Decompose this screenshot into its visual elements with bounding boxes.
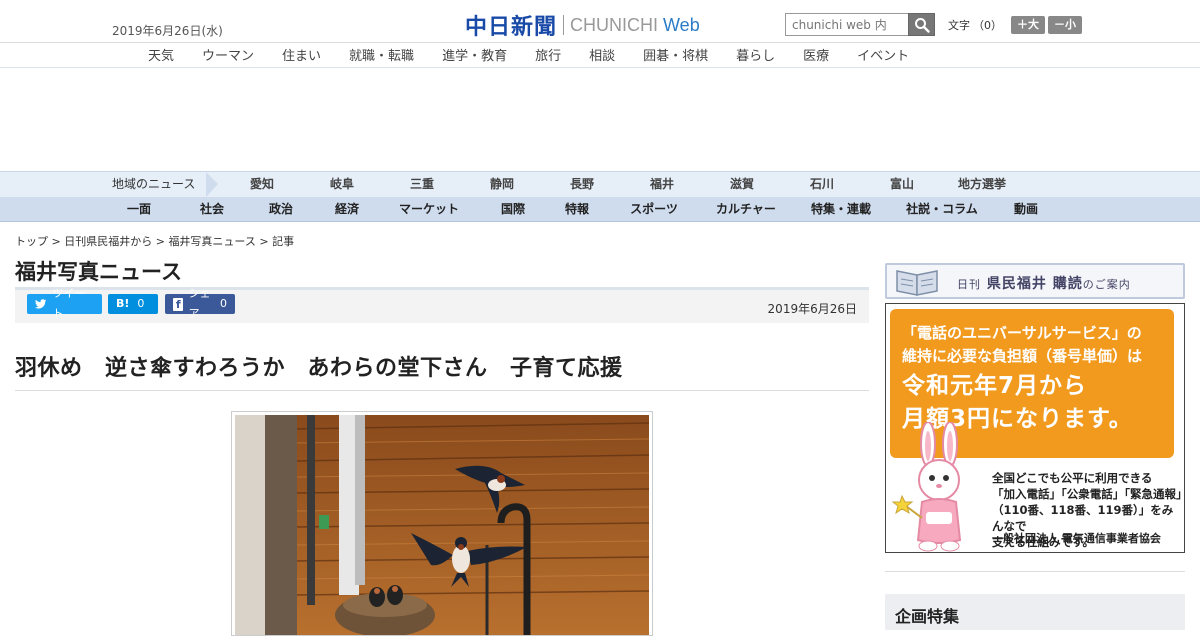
header-date: 2019年6月26日(水) bbox=[112, 24, 223, 38]
region-nav-arrow bbox=[206, 172, 218, 197]
breadcrumb: トップ > 日刊県民福井から > 福井写真ニュース > 記事 bbox=[15, 233, 294, 249]
breadcrumb-link[interactable]: 日刊県民福井から bbox=[64, 235, 152, 248]
article-date: 2019年6月26日 bbox=[767, 302, 857, 316]
region-nav-item[interactable]: 滋賀 bbox=[702, 172, 782, 197]
category-nav-item[interactable]: 暮らし bbox=[736, 45, 775, 64]
font-smaller-button[interactable]: －小 bbox=[1048, 16, 1082, 34]
hatena-count: 0 bbox=[137, 297, 145, 310]
feature-section-heading: 企画特集 bbox=[885, 594, 1185, 630]
feature-heading-label: 企画特集 bbox=[895, 607, 960, 626]
region-nav-label: 地域のニュース bbox=[0, 172, 222, 197]
subscribe-main: 県民福井 購読 bbox=[986, 276, 1083, 292]
ad-body-line: 全国どこでも公平に利用できる bbox=[992, 471, 1153, 485]
facebook-share-label: シェア bbox=[188, 287, 211, 320]
breadcrumb-separator: > bbox=[51, 235, 61, 248]
region-nav-item[interactable]: 石川 bbox=[782, 172, 862, 197]
logo-latin: CHUNICHI bbox=[570, 14, 659, 35]
facebook-share-button[interactable]: f シェア 0 bbox=[165, 287, 235, 320]
category-nav-item[interactable]: 住まい bbox=[282, 45, 321, 64]
facebook-share-count: 0 bbox=[220, 297, 227, 310]
site-search bbox=[785, 13, 935, 36]
tweet-button[interactable]: ツイート bbox=[27, 287, 102, 320]
ad-line-1: 「電話のユニバーサルサービス」の bbox=[902, 324, 1142, 342]
logo-kanji: 中日新聞 bbox=[465, 14, 558, 40]
category-nav-item[interactable]: ウーマン bbox=[202, 45, 254, 64]
region-nav-item[interactable]: 岐阜 bbox=[302, 172, 382, 197]
region-nav-item[interactable]: 三重 bbox=[382, 172, 462, 197]
category-nav-item[interactable]: 囲碁・将棋 bbox=[643, 45, 708, 64]
section-nav-item[interactable]: 一面 bbox=[100, 197, 178, 222]
article-photo bbox=[231, 411, 653, 636]
twitter-icon bbox=[35, 299, 47, 309]
breadcrumb-separator: > bbox=[155, 235, 165, 248]
section-nav-item[interactable]: マーケット bbox=[378, 197, 480, 222]
font-size-control: 文字 （0） ＋大 －小 bbox=[948, 16, 1082, 34]
logo-web: Web bbox=[663, 14, 700, 35]
hatena-icon: B! bbox=[116, 297, 130, 310]
region-nav-item[interactable]: 愛知 bbox=[222, 172, 302, 197]
subscribe-banner[interactable]: 日刊 県民福井 購読のご案内 bbox=[885, 263, 1185, 299]
ad-space bbox=[0, 69, 1200, 171]
subscribe-suffix: のご案内 bbox=[1082, 278, 1131, 291]
page-title: 福井写真ニュース bbox=[15, 260, 182, 284]
logo-divider bbox=[563, 15, 565, 35]
category-nav-item[interactable]: 天気 bbox=[148, 45, 174, 64]
section-nav-item[interactable]: 政治 bbox=[246, 197, 316, 222]
section-nav-item[interactable]: 社説・コラム bbox=[890, 197, 994, 222]
section-nav-item[interactable]: スポーツ bbox=[608, 197, 700, 222]
ad-line-2: 維持に必要な負担額（番号単価）は bbox=[902, 347, 1143, 365]
section-nav-item[interactable]: カルチャー bbox=[700, 197, 792, 222]
category-nav-item[interactable]: 旅行 bbox=[535, 45, 561, 64]
search-icon bbox=[914, 17, 930, 33]
breadcrumb-link[interactable]: トップ bbox=[15, 235, 48, 248]
category-nav-item[interactable]: 進学・教育 bbox=[442, 45, 507, 64]
facebook-icon: f bbox=[173, 297, 184, 311]
site-header: 2019年6月26日(水) 中日新聞 CHUNICHI Web 文字 （0） ＋… bbox=[0, 0, 1200, 43]
category-nav-item[interactable]: 相談 bbox=[589, 45, 615, 64]
share-bar: ツイート B! 0 f シェア 0 2019年6月26日 bbox=[15, 287, 869, 323]
sidebar-divider bbox=[885, 571, 1185, 572]
section-nav-item[interactable]: 動画 bbox=[994, 197, 1058, 222]
category-nav-item[interactable]: 医療 bbox=[803, 45, 829, 64]
category-nav-item[interactable]: 就職・転職 bbox=[349, 45, 414, 64]
region-nav-item[interactable]: 富山 bbox=[862, 172, 942, 197]
section-nav-item[interactable]: 特報 bbox=[546, 197, 608, 222]
book-icon bbox=[896, 270, 938, 296]
hatena-button[interactable]: B! 0 bbox=[108, 294, 158, 314]
region-nav-item[interactable]: 地方選挙 bbox=[942, 172, 1022, 197]
font-size-label: 文字 bbox=[948, 19, 970, 32]
sidebar-ad[interactable]: 「電話のユニバーサルサービス」の 維持に必要な負担額（番号単価）は 令和元年7月… bbox=[885, 303, 1188, 553]
region-nav-item[interactable]: 静岡 bbox=[462, 172, 542, 197]
region-nav-item[interactable]: 福井 bbox=[622, 172, 702, 197]
ad-body-line: 「加入電話」「公衆電話」「緊急通報」 bbox=[992, 487, 1188, 501]
swallows-photo bbox=[235, 415, 649, 635]
section-nav: 一面 社会 政治 経済 マーケット 国際 特報 スポーツ カルチャー 特集・連載… bbox=[0, 197, 1200, 222]
category-nav: 天気 ウーマン 住まい 就職・転職 進学・教育 旅行 相談 囲碁・将棋 暮らし … bbox=[0, 43, 1200, 68]
region-nav: 地域のニュース 愛知 岐阜 三重 静岡 長野 福井 滋賀 石川 富山 地方選挙 bbox=[0, 171, 1200, 197]
section-nav-item[interactable]: 経済 bbox=[316, 197, 378, 222]
font-bigger-button[interactable]: ＋大 bbox=[1011, 16, 1045, 34]
ad-organization: 一般社団法人 電気通信事業者協会 bbox=[992, 532, 1161, 545]
breadcrumb-current: 記事 bbox=[272, 235, 295, 248]
region-nav-item[interactable]: 長野 bbox=[542, 172, 622, 197]
search-button[interactable] bbox=[908, 13, 935, 36]
section-nav-item[interactable]: 国際 bbox=[480, 197, 546, 222]
site-logo[interactable]: 中日新聞 CHUNICHI Web bbox=[465, 9, 700, 41]
font-size-value: （0） bbox=[973, 19, 1002, 32]
section-nav-item[interactable]: 特集・連載 bbox=[792, 197, 890, 222]
category-nav-item[interactable]: イベント bbox=[857, 45, 909, 64]
ad-line-3: 令和元年7月から bbox=[902, 373, 1088, 399]
article-headline: 羽休め 逆さ傘すわろうか あわらの堂下さん 子育て応援 bbox=[15, 356, 623, 381]
section-nav-item[interactable]: 社会 bbox=[178, 197, 246, 222]
search-input[interactable] bbox=[785, 13, 908, 36]
rabbit-mascot-icon bbox=[892, 422, 962, 552]
tweet-label: ツイート bbox=[52, 287, 86, 320]
subscribe-prefix: 日刊 bbox=[957, 278, 981, 291]
headline-divider bbox=[15, 390, 869, 391]
breadcrumb-separator: > bbox=[259, 235, 269, 248]
breadcrumb-link[interactable]: 福井写真ニュース bbox=[168, 235, 255, 248]
